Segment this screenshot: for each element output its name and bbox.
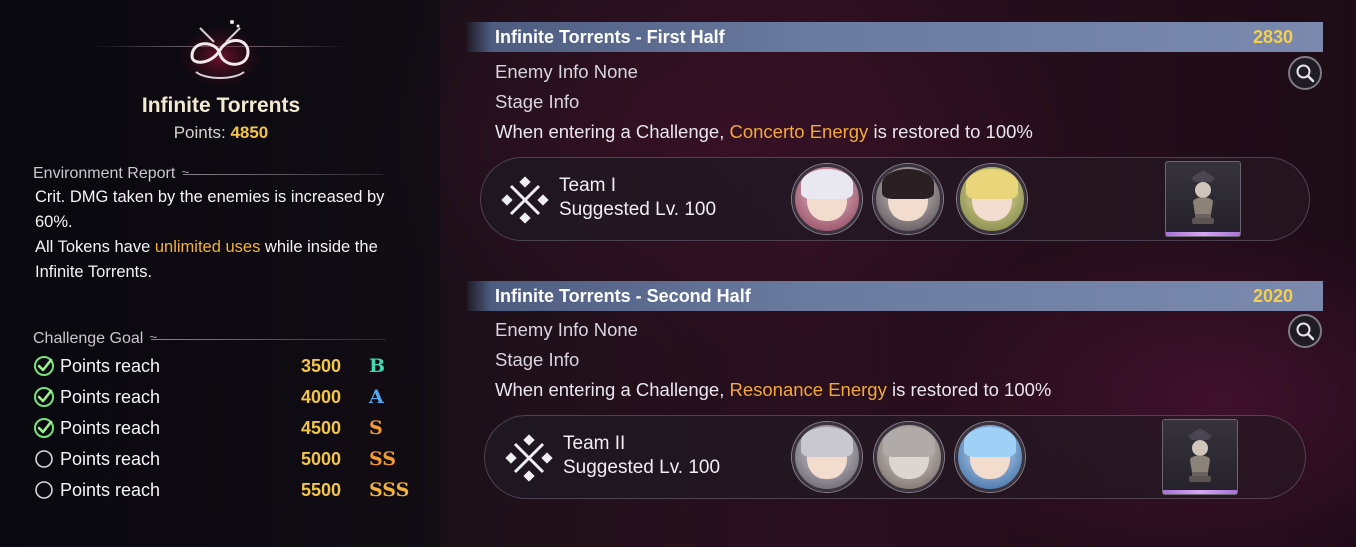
stage-info-label: Stage Info — [495, 349, 580, 370]
stage-description: When entering a Challenge, Resonance Ene… — [495, 379, 1051, 401]
magnifier-icon — [1296, 64, 1315, 83]
challenge-goal-header: Challenge Goal — [33, 329, 387, 348]
environment-report-header: Environment Report — [33, 164, 384, 183]
enemy-search-button[interactable] — [1288, 56, 1322, 90]
unlimited-uses-highlight: unlimited uses — [154, 238, 261, 256]
environment-line-1: Crit. DMG taken by the enemies is increa… — [35, 188, 385, 231]
enemy-info-value: None — [593, 319, 638, 340]
challenge-goal-title: Challenge Goal — [33, 330, 144, 347]
challenge-goal-row: Points reach 5500 SSS — [33, 477, 409, 503]
crossed-swords-icon — [505, 434, 553, 482]
boss-bust-icon — [1191, 170, 1215, 224]
stage-header-second-half: Infinite Torrents - Second Half 2020 — [467, 281, 1323, 311]
environment-line-2: All Tokens have unlimited uses while ins… — [35, 235, 405, 285]
stage-title: Infinite Torrents - First Half — [495, 26, 725, 47]
crossed-swords-icon — [501, 176, 549, 224]
page-title: Infinite Torrents — [141, 94, 301, 117]
rank-badge-icon: SSS — [369, 479, 410, 501]
infinite-torrents-emblem-icon — [170, 14, 270, 86]
boss-bust-icon — [1188, 428, 1212, 482]
character-avatar[interactable] — [792, 164, 862, 234]
environment-report-text: Crit. DMG taken by the enemies is increa… — [35, 185, 405, 285]
stage-description-highlight: Concerto Energy — [729, 121, 869, 142]
team-level: Suggested Lv. 100 — [559, 199, 717, 220]
stage-info-label: Stage Info — [495, 91, 580, 112]
goal-label: Points reach — [60, 386, 161, 407]
rank-badge-icon: SS — [369, 448, 397, 470]
goal-label: Points reach — [60, 355, 161, 376]
points-label: Points: — [173, 123, 226, 142]
goal-points-value: 4000 — [301, 386, 342, 407]
stage-description-post: is restored to 100% — [868, 121, 1033, 142]
empty-circle-icon — [33, 448, 55, 470]
stage-score: 2020 — [1252, 285, 1293, 306]
team-level: Suggested Lv. 100 — [563, 457, 721, 478]
stage-description: When entering a Challenge, Concerto Ener… — [495, 121, 1033, 143]
goal-points-value: 5500 — [301, 479, 342, 500]
character-avatar[interactable] — [874, 422, 944, 492]
stage-description-pre: When entering a Challenge, — [495, 121, 730, 142]
character-avatar[interactable] — [955, 422, 1025, 492]
check-circle-icon — [33, 355, 55, 377]
stage-description-highlight: Resonance Energy — [729, 379, 887, 400]
rank-badge-icon: A — [369, 386, 384, 408]
enemy-info-value: None — [593, 61, 638, 82]
challenge-goal-row: Points reach 3500 B — [33, 353, 393, 379]
character-avatar[interactable] — [957, 164, 1027, 234]
stage-header-first-half: Infinite Torrents - First Half 2830 — [467, 22, 1323, 52]
enemy-info-label: Enemy Info — [495, 319, 589, 340]
challenge-goal-row: Points reach 4500 S — [33, 415, 393, 441]
goal-points-value: 3500 — [301, 355, 342, 376]
team-name: Team II — [563, 433, 626, 454]
enemy-info-label: Enemy Info — [495, 61, 589, 82]
rank-badge-icon: B — [369, 355, 386, 377]
rank-badge-icon: S — [369, 417, 383, 439]
team-name: Team I — [559, 175, 617, 196]
enemy-search-button[interactable] — [1288, 314, 1322, 348]
goal-points-value: 5000 — [301, 448, 342, 469]
check-circle-icon — [33, 386, 55, 408]
character-avatar[interactable] — [792, 422, 862, 492]
team-card-2[interactable]: Team II Suggested Lv. 100 — [484, 415, 1306, 499]
challenge-goal-row: Points reach 5000 SS — [33, 446, 397, 472]
boss-portrait[interactable] — [1162, 419, 1238, 495]
header-rule — [149, 329, 387, 345]
boss-portrait[interactable] — [1165, 161, 1241, 237]
environment-report-title: Environment Report — [33, 165, 176, 182]
stage-description-post: is restored to 100% — [886, 379, 1052, 400]
points-value: 4850 — [230, 123, 269, 142]
team-card-1[interactable]: Team I Suggested Lv. 100 — [480, 157, 1310, 241]
enemy-info: Enemy Info None — [495, 319, 638, 341]
enemy-info: Enemy Info None — [495, 61, 638, 83]
goal-label: Points reach — [60, 479, 161, 500]
magnifier-icon — [1296, 322, 1315, 341]
goal-label: Points reach — [60, 417, 161, 438]
stage-title: Infinite Torrents - Second Half — [495, 285, 751, 306]
check-circle-icon — [33, 417, 55, 439]
stage-score: 2830 — [1252, 26, 1293, 47]
goal-points-value: 4500 — [301, 417, 342, 438]
environment-line-2-pre: All Tokens have — [35, 238, 155, 256]
total-points: Points: 4850 — [0, 123, 442, 143]
header-rule — [181, 164, 384, 180]
challenge-goal-row: Points reach 4000 A — [33, 384, 393, 410]
character-avatar[interactable] — [873, 164, 943, 234]
stage-description-pre: When entering a Challenge, — [495, 379, 730, 400]
empty-circle-icon — [33, 479, 55, 501]
goal-label: Points reach — [60, 448, 161, 469]
